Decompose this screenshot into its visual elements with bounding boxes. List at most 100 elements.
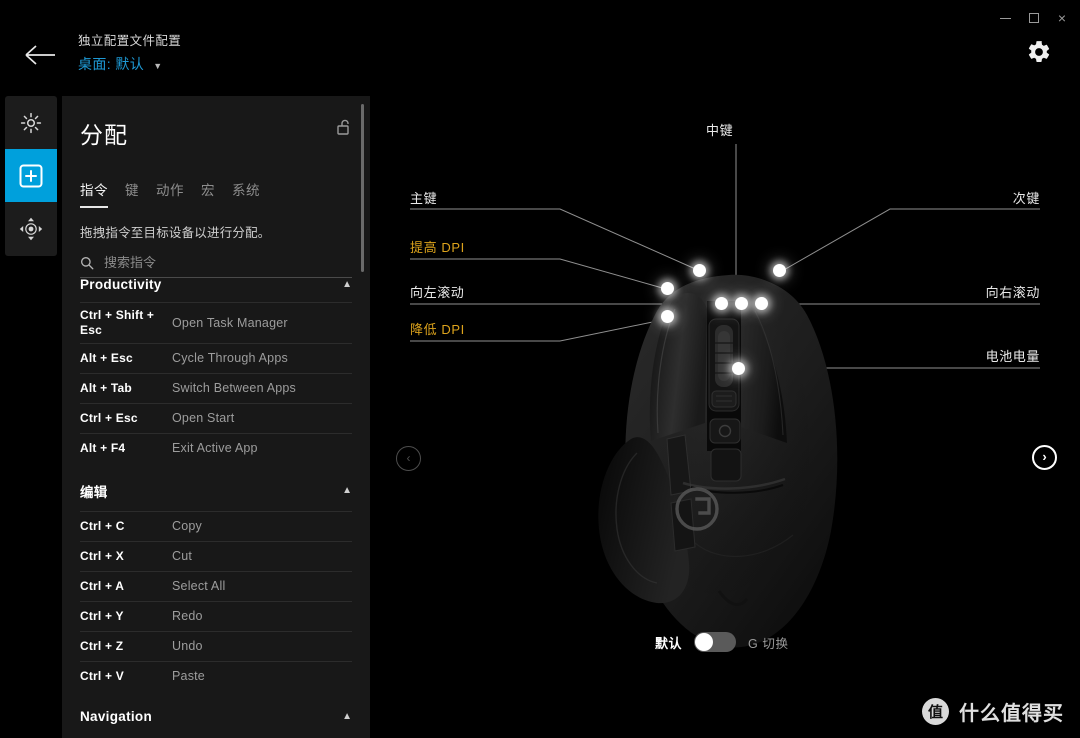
table-row[interactable]: Alt + Esc Cycle Through Apps [80,343,352,373]
tab-commands[interactable]: 指令 [80,179,108,208]
sidebar-item-lighting[interactable] [5,96,57,149]
panel-description: 拖拽指令至目标设备以进行分配。 [80,226,271,240]
label-secondary-button[interactable]: 次键 [1013,188,1040,207]
table-row[interactable]: Ctrl + Esc Open Start [80,403,352,433]
table-row[interactable]: Ctrl + V Paste [80,661,352,691]
lock-open-icon [337,119,349,135]
gear-icon [1028,41,1050,62]
marker-dot-middle[interactable] [735,297,748,310]
table-row[interactable]: Ctrl + Z Undo [80,631,352,661]
tab-actions[interactable]: 动作 [156,179,184,208]
tab-system[interactable]: 系统 [232,179,260,208]
chevron-down-icon[interactable]: ▼ [153,61,162,71]
table-row[interactable]: Ctrl + X Cut [80,541,352,571]
marker-dot-battery[interactable] [732,362,745,375]
profile-selector[interactable]: 桌面: 默认 ▼ [78,54,181,74]
label-middle-button[interactable]: 中键 [706,120,733,139]
command-keys: Ctrl + C [80,519,125,533]
label-battery[interactable]: 电池电量 [986,346,1040,365]
mouse-image [598,274,838,648]
command-label: Exit Active App [172,441,258,455]
table-row[interactable]: Ctrl + Shift + Esc Open Task Manager [80,302,352,343]
label-scroll-right[interactable]: 向右滚动 [986,282,1040,301]
group-header-navigation[interactable]: Navigation ▲ [80,691,352,734]
next-device-button[interactable]: › [1032,445,1057,470]
toggle-knob [695,633,714,651]
window-minimize-button[interactable] [992,7,1018,29]
assignments-plus-icon [19,164,43,187]
chevron-up-icon[interactable]: ▲ [342,486,352,496]
command-label: Cycle Through Apps [172,351,288,365]
label-scroll-left[interactable]: 向左滚动 [410,282,464,301]
profile-label[interactable]: 桌面: 默认 [78,54,144,74]
tab-macros[interactable]: 宏 [201,179,215,208]
minimize-icon [999,17,1011,19]
watermark-badge: 值 [922,698,949,725]
command-keys: Ctrl + Shift + Esc [80,308,155,337]
lock-toggle-button[interactable] [337,118,352,141]
command-label: Select All [172,579,226,593]
command-keys: Ctrl + V [80,669,124,683]
panel-tabs: 指令 键 动作 宏 系统 [80,179,370,208]
chevron-up-icon[interactable]: ▲ [342,279,352,290]
marker-dot-primary[interactable] [693,264,706,277]
command-keys: Alt + Tab [80,381,132,395]
marker-dot-secondary[interactable] [773,264,786,277]
chevron-up-icon[interactable]: ▲ [342,711,352,722]
tab-keys[interactable]: 键 [125,179,139,208]
marker-dot-dpi-down[interactable] [661,310,674,323]
gshift-toggle[interactable] [694,632,737,652]
command-keys: Ctrl + A [80,579,125,593]
command-label: Undo [172,639,203,653]
label-dpi-down[interactable]: 降低 DPI [410,319,465,338]
gshift-toggle-row: 默认 G 切换 [655,632,789,652]
command-label: Paste [172,669,205,683]
command-keys: Ctrl + Esc [80,411,138,425]
command-list[interactable]: Productivity ▲ Ctrl + Shift + Esc Open T… [62,259,370,738]
command-keys: Alt + F4 [80,441,126,455]
table-row[interactable]: Ctrl + A Select All [80,571,352,601]
header-block: 独立配置文件配置 桌面: 默认 ▼ [78,32,181,74]
group-name: Navigation [80,709,153,724]
sidebar-item-sensitivity[interactable] [5,202,57,255]
panel-header: 分配 [62,96,370,150]
command-keys: Ctrl + Z [80,639,124,653]
toggle-gshift-label[interactable]: G 切换 [748,633,789,652]
marker-dot-scroll-left[interactable] [715,297,728,310]
group-header-edit[interactable]: 编辑 ▲ [80,463,352,511]
label-primary-button[interactable]: 主键 [410,188,437,207]
command-label: Redo [172,609,203,623]
panel-title: 分配 [80,122,128,148]
marker-dot-scroll-right[interactable] [755,297,768,310]
assignments-panel: 分配 指令 键 动作 宏 系统 拖拽指令至目标设备以进行分配。 搜索指令 Pro… [62,96,370,738]
command-label: Cut [172,549,193,563]
command-label: Copy [172,519,202,533]
scrollbar-thumb[interactable] [361,104,364,272]
group-name: Productivity [80,277,162,292]
marker-dot-dpi-up[interactable] [661,282,674,295]
back-button[interactable] [22,40,60,70]
app-window: × 独立配置文件配置 桌面: 默认 ▼ 分配 指令 键 动作 宏 系统 拖拽指令… [0,0,1080,738]
prev-device-button[interactable]: ‹ [396,446,421,471]
watermark: 值 什么值得买 [922,697,1064,726]
watermark-text: 什么值得买 [959,703,1064,725]
command-label: Switch Between Apps [172,381,297,395]
close-icon: × [1057,10,1067,26]
table-row[interactable]: Ctrl + Y Redo [80,601,352,631]
window-close-button[interactable]: × [1049,7,1075,29]
window-maximize-button[interactable] [1021,7,1047,29]
command-keys: Alt + Esc [80,351,133,365]
command-keys: Ctrl + Y [80,609,124,623]
label-dpi-up[interactable]: 提高 DPI [410,237,465,256]
settings-button[interactable] [1026,39,1052,65]
table-row[interactable]: Alt + F4 Exit Active App [80,433,352,463]
sidebar-item-assignments[interactable] [5,149,57,202]
arrow-left-icon [25,45,55,65]
sidebar-rail [5,96,57,256]
chevron-left-icon: ‹ [406,450,411,465]
group-header-productivity[interactable]: Productivity ▲ [80,259,352,302]
toggle-default-label[interactable]: 默认 [655,633,682,652]
table-row[interactable]: Ctrl + C Copy [80,511,352,541]
command-label: Open Task Manager [172,315,288,330]
table-row[interactable]: Alt + Tab Switch Between Apps [80,373,352,403]
